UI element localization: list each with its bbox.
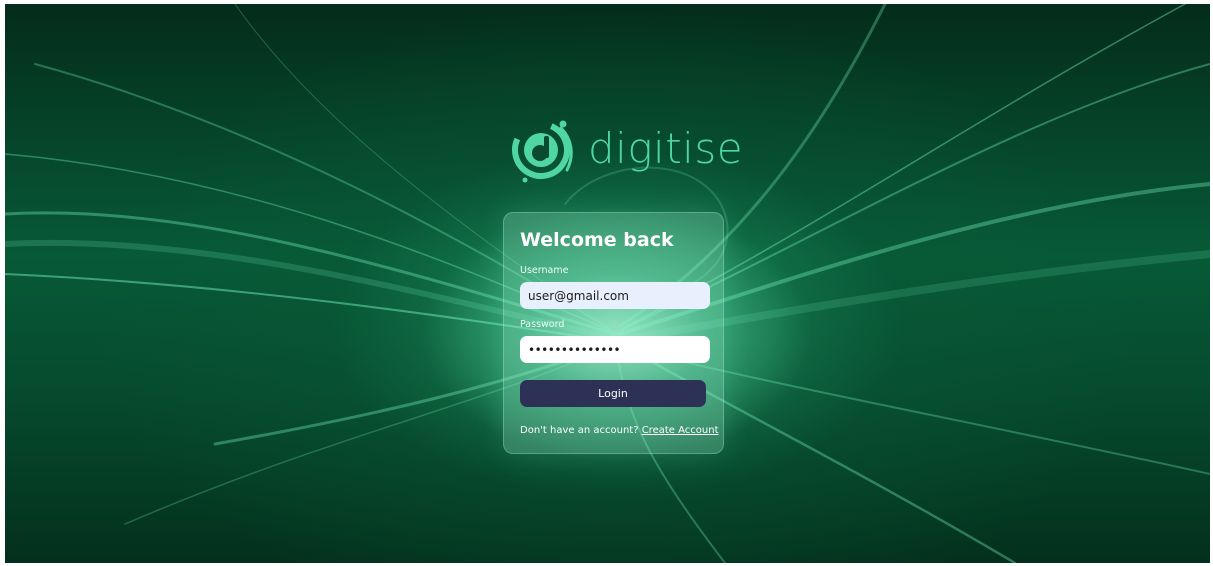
digitise-logo-icon bbox=[512, 120, 573, 183]
digitise-logo: digitise bbox=[505, 114, 743, 194]
username-label: Username bbox=[520, 265, 569, 276]
username-input[interactable] bbox=[520, 282, 710, 309]
login-page-background: digitise Welcome back Username Password … bbox=[5, 4, 1210, 563]
password-input[interactable] bbox=[520, 336, 710, 363]
login-card: Welcome back Username Password Login Don… bbox=[503, 212, 724, 454]
login-button[interactable]: Login bbox=[520, 380, 706, 407]
create-account-link[interactable]: Create Account bbox=[642, 425, 719, 436]
login-title: Welcome back bbox=[520, 229, 674, 251]
password-label: Password bbox=[520, 319, 565, 330]
signup-prompt-text: Don't have an account? bbox=[520, 425, 639, 436]
signup-prompt-row: Don't have an account? Create Account bbox=[520, 425, 719, 436]
brand-name: digitise bbox=[588, 124, 744, 173]
